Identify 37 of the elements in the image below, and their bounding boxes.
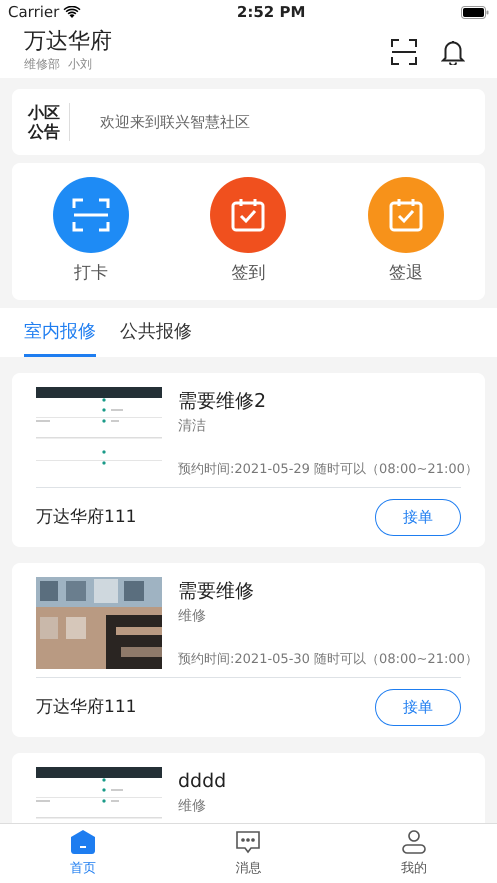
action-label: 签退 bbox=[389, 262, 424, 285]
action-label: 打卡 bbox=[74, 262, 108, 285]
calendar-check-icon bbox=[230, 196, 266, 233]
notice-text: 欢迎来到联兴智慧社区 bbox=[100, 112, 250, 133]
accept-button[interactable]: 接单 bbox=[375, 689, 461, 726]
battery-icon bbox=[460, 6, 489, 19]
home-icon bbox=[70, 828, 96, 855]
scan-icon bbox=[72, 196, 110, 233]
appointment-time: 预约时间:2021-05-29 随时可以（08:00~21:00） bbox=[178, 460, 478, 478]
notice-label: 小区公告 bbox=[28, 102, 70, 142]
message-icon bbox=[235, 828, 262, 855]
carrier-text: Carrier bbox=[8, 2, 60, 24]
community-title: 万达华府 bbox=[24, 30, 112, 55]
profile-icon bbox=[401, 828, 428, 855]
bell-icon[interactable] bbox=[441, 38, 465, 64]
repair-tab[interactable]: 公共报修 bbox=[120, 308, 192, 357]
appointment-time: 预约时间:2021-05-30 随时可以（08:00~21:00） bbox=[178, 650, 478, 668]
calendar-check-icon bbox=[388, 196, 424, 233]
order-category: 清洁 bbox=[178, 416, 207, 436]
order-title: 需要维修2 bbox=[178, 389, 268, 414]
wifi-icon bbox=[63, 6, 82, 19]
department-text: 维修部 bbox=[24, 56, 60, 73]
order-title: dddd bbox=[178, 769, 228, 794]
scan-icon[interactable] bbox=[391, 38, 417, 64]
order-category: 维修 bbox=[178, 606, 207, 626]
clock-text: 2:52 PM bbox=[236, 2, 306, 24]
order-title: 需要维修 bbox=[178, 579, 255, 604]
repair-tab[interactable]: 室内报修 bbox=[24, 308, 96, 357]
order-address: 万达华府111 bbox=[36, 506, 136, 529]
order-category: 维修 bbox=[178, 796, 207, 816]
tab-bar-item[interactable]: 我的 bbox=[369, 828, 460, 880]
accept-button[interactable]: 接单 bbox=[375, 499, 461, 536]
user-name: 小刘 bbox=[68, 56, 92, 73]
tab-bar-item[interactable]: 首页 bbox=[38, 828, 128, 880]
order-address: 万达华府111 bbox=[36, 696, 136, 719]
action-label: 签到 bbox=[231, 262, 266, 285]
tab-bar-item[interactable]: 消息 bbox=[203, 828, 294, 880]
